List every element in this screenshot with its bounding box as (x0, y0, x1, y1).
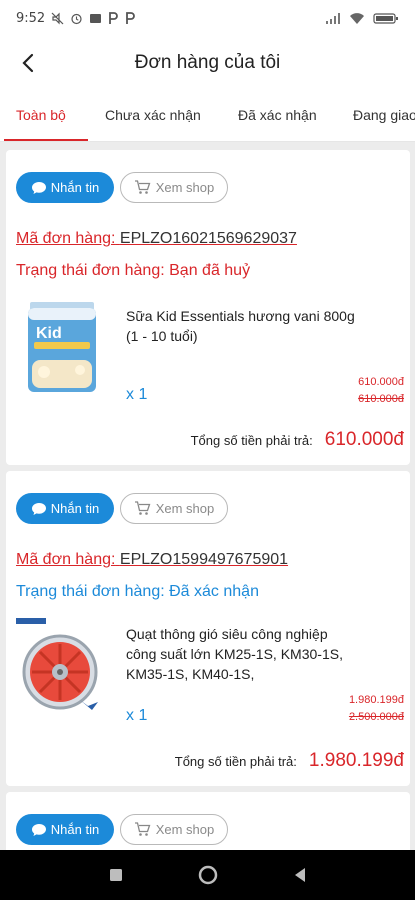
order-status-tabs: Toàn bộ Chưa xác nhận Đã xác nhận Đang g… (0, 90, 415, 142)
total-value: 610.000đ (324, 429, 404, 450)
view-shop-label: Xem shop (155, 501, 215, 516)
order-actions: Nhắn tin Xem shop (16, 493, 228, 524)
product-name[interactable]: Sữa Kid Essentials hương vani 800g (1 - … (126, 306, 356, 346)
wifi-icon (350, 12, 364, 24)
product-image[interactable]: Kid (22, 298, 102, 398)
order-card: Nhắn tin Xem shop Mã đơn hàng: EPLZO1602… (6, 150, 410, 465)
tab-unconfirmed[interactable]: Chưa xác nhận (105, 90, 201, 141)
product-name[interactable]: Quạt thông gió siêu công nghiệp công suấ… (126, 624, 356, 704)
chat-button[interactable]: Nhắn tin (16, 493, 114, 524)
product-image[interactable] (16, 616, 108, 716)
chat-icon (31, 502, 46, 515)
order-status-value: Bạn đã huỷ (169, 262, 251, 279)
chat-button-label: Nhắn tin (50, 822, 100, 837)
chat-button-label: Nhắn tin (50, 180, 100, 195)
chat-button[interactable]: Nhắn tin (16, 172, 114, 203)
product-price: 1.980.199đ (348, 694, 404, 706)
triangle-back-icon (294, 868, 305, 882)
alarm-icon (71, 13, 82, 24)
status-time: 9:52 (16, 10, 46, 26)
back-button[interactable] (14, 48, 42, 78)
product-original-price: 2.500.000đ (348, 711, 404, 723)
view-shop-label: Xem shop (155, 822, 215, 837)
recent-apps-button[interactable] (105, 864, 127, 886)
back-nav-button[interactable] (289, 864, 311, 886)
total-label: Tổng số tiền phải trả: (190, 433, 313, 448)
circle-icon (198, 865, 217, 885)
tab-all[interactable]: Toàn bộ (16, 90, 66, 141)
product-price: 610.000đ (358, 376, 404, 388)
total-value: 1.980.199đ (308, 750, 404, 771)
order-code-value: EPLZO16021569629037 (119, 230, 297, 247)
order-code-label: Mã đơn hàng: (16, 230, 116, 247)
view-shop-button[interactable]: Xem shop (120, 493, 228, 524)
p-icon (109, 11, 119, 24)
order-code-label: Mã đơn hàng: (16, 551, 116, 568)
system-nav-bar (0, 850, 415, 900)
back-arrow-icon (22, 53, 34, 73)
order-status: Trạng thái đơn hàng: Đã xác nhận (16, 583, 259, 601)
page-title: Đơn hàng của tôi (134, 52, 281, 73)
chat-button-label: Nhắn tin (50, 501, 100, 516)
product-original-price: 610.000đ (358, 393, 404, 405)
tab-confirmed[interactable]: Đã xác nhận (238, 90, 317, 141)
signal-icon (326, 12, 340, 24)
view-shop-button[interactable]: Xem shop (120, 172, 228, 203)
order-total: Tổng số tiền phải trả: 1.980.199đ (175, 750, 404, 772)
app-header: Đơn hàng của tôi (0, 36, 415, 90)
p-icon (126, 11, 136, 24)
svg-text:Kid: Kid (36, 325, 62, 342)
cart-icon (134, 822, 151, 836)
product-quantity: x 1 (126, 707, 148, 724)
order-status-label: Trạng thái đơn hàng: (16, 583, 165, 600)
order-code[interactable]: Mã đơn hàng: EPLZO16021569629037 (16, 230, 297, 248)
status-bar: 9:52 (0, 0, 415, 36)
order-list[interactable]: Nhắn tin Xem shop Mã đơn hàng: EPLZO1602… (0, 142, 415, 850)
view-shop-button[interactable]: Xem shop (120, 814, 228, 845)
order-status-label: Trạng thái đơn hàng: (16, 262, 165, 279)
notification-icon (90, 13, 102, 23)
cart-icon (134, 501, 151, 515)
order-card: Nhắn tin Xem shop (6, 792, 410, 850)
product-quantity: x 1 (126, 386, 148, 403)
cart-icon (134, 180, 151, 194)
total-label: Tổng số tiền phải trả: (174, 754, 297, 769)
chat-icon (31, 181, 46, 194)
order-actions: Nhắn tin Xem shop (16, 172, 228, 203)
view-shop-label: Xem shop (155, 180, 215, 195)
chat-button[interactable]: Nhắn tin (16, 814, 114, 845)
tab-shipping[interactable]: Đang giao (353, 90, 415, 141)
home-button[interactable] (197, 864, 219, 886)
status-icons (51, 11, 136, 25)
order-total: Tổng số tiền phải trả: 610.000đ (191, 429, 404, 451)
order-code[interactable]: Mã đơn hàng: EPLZO1599497675901 (16, 551, 288, 569)
mute-icon (51, 12, 64, 24)
battery-icon (373, 12, 398, 24)
order-code-value: EPLZO1599497675901 (119, 551, 289, 568)
order-status-value: Đã xác nhận (169, 583, 259, 600)
order-actions: Nhắn tin Xem shop (16, 814, 228, 845)
order-status: Trạng thái đơn hàng: Bạn đã huỷ (16, 262, 250, 280)
square-icon (109, 869, 122, 881)
chat-icon (31, 823, 46, 836)
order-card: Nhắn tin Xem shop Mã đơn hàng: EPLZO1599… (6, 471, 410, 786)
